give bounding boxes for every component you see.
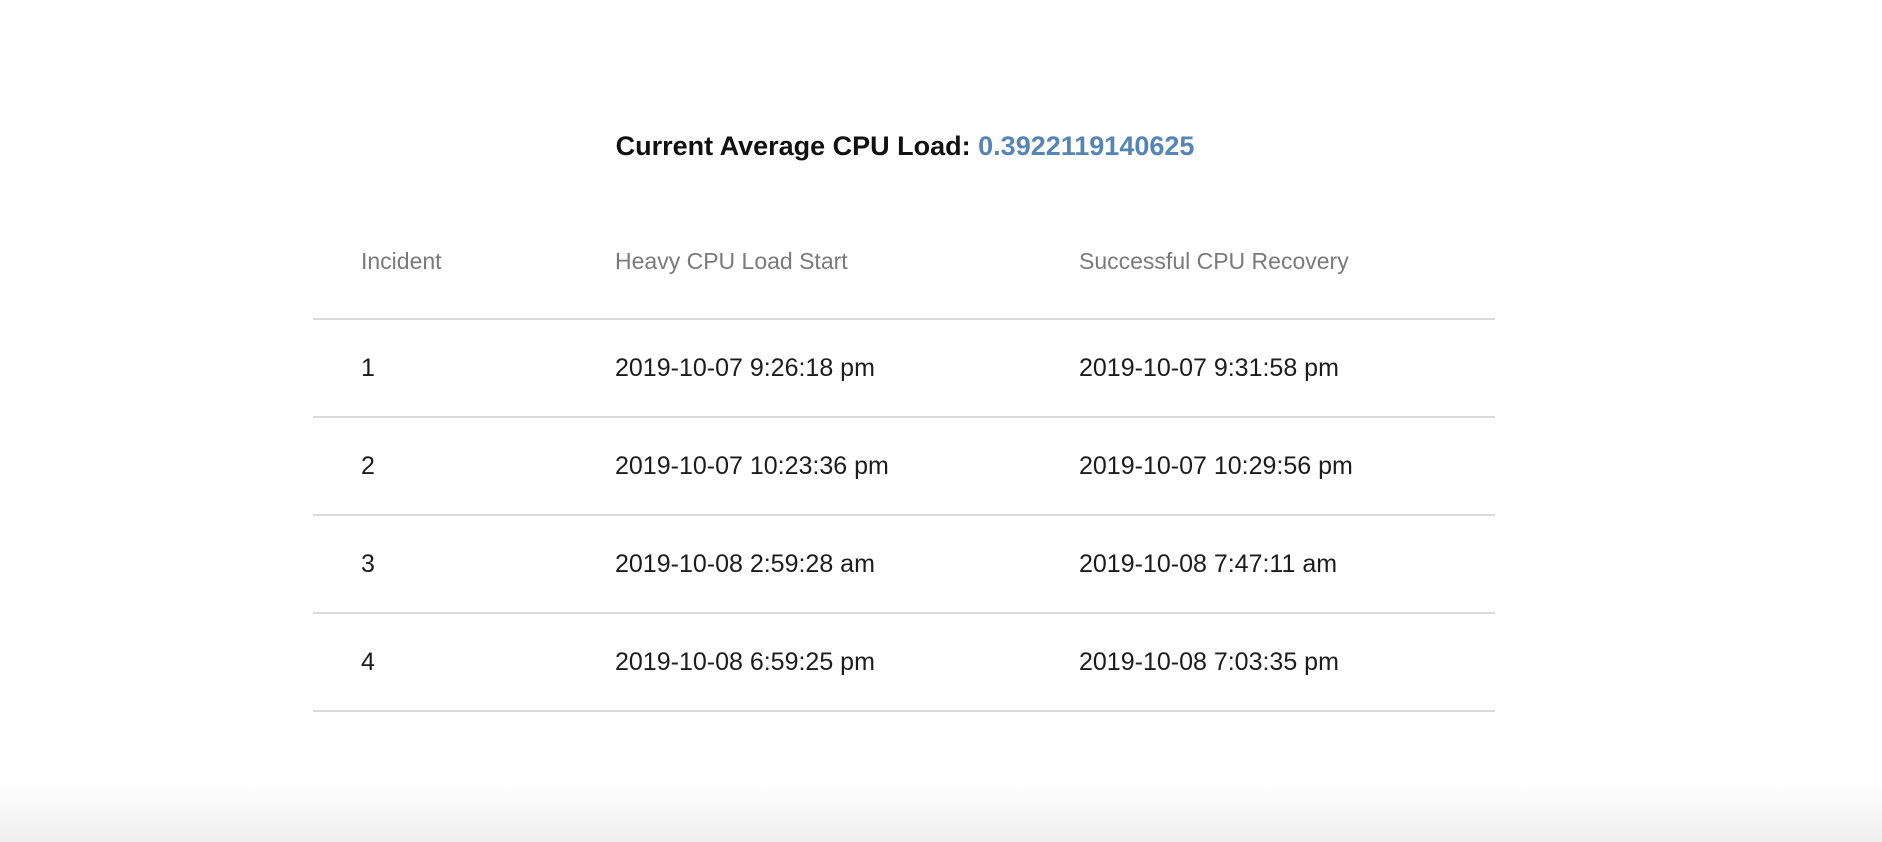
table-header-row: Incident Heavy CPU Load Start Successful… — [313, 222, 1495, 320]
cpu-load-label: Current Average CPU Load: — [615, 131, 971, 161]
load-start-time: 2019-10-08 2:59:28 am — [615, 549, 875, 578]
recovery-time: 2019-10-08 7:03:35 pm — [1079, 647, 1339, 676]
incidents-table: Incident Heavy CPU Load Start Successful… — [313, 222, 1495, 712]
table-row: 4 2019-10-08 6:59:25 pm 2019-10-08 7:03:… — [313, 614, 1495, 712]
column-header-incident: Incident — [361, 248, 442, 274]
page: Current Average CPU Load: 0.392211914062… — [0, 0, 1882, 842]
load-start-time: 2019-10-07 10:23:36 pm — [615, 451, 889, 480]
incident-number: 3 — [361, 549, 375, 578]
load-start-time: 2019-10-07 9:26:18 pm — [615, 353, 875, 382]
cpu-load-value: 0.3922119140625 — [978, 131, 1195, 161]
recovery-time: 2019-10-07 10:29:56 pm — [1079, 451, 1353, 480]
incident-number: 4 — [361, 647, 375, 676]
table-row: 1 2019-10-07 9:26:18 pm 2019-10-07 9:31:… — [313, 320, 1495, 418]
load-start-time: 2019-10-08 6:59:25 pm — [615, 647, 875, 676]
table-row: 3 2019-10-08 2:59:28 am 2019-10-08 7:47:… — [313, 516, 1495, 614]
recovery-time: 2019-10-07 9:31:58 pm — [1079, 353, 1339, 382]
recovery-time: 2019-10-08 7:47:11 am — [1079, 549, 1338, 578]
cpu-load-heading: Current Average CPU Load: 0.392211914062… — [0, 128, 1810, 164]
table-row: 2 2019-10-07 10:23:36 pm 2019-10-07 10:2… — [313, 418, 1495, 516]
column-header-recovery: Successful CPU Recovery — [1079, 248, 1349, 274]
bottom-fade — [0, 782, 1882, 842]
incident-number: 2 — [361, 451, 375, 480]
incident-number: 1 — [361, 353, 375, 382]
column-header-load-start: Heavy CPU Load Start — [615, 248, 848, 274]
